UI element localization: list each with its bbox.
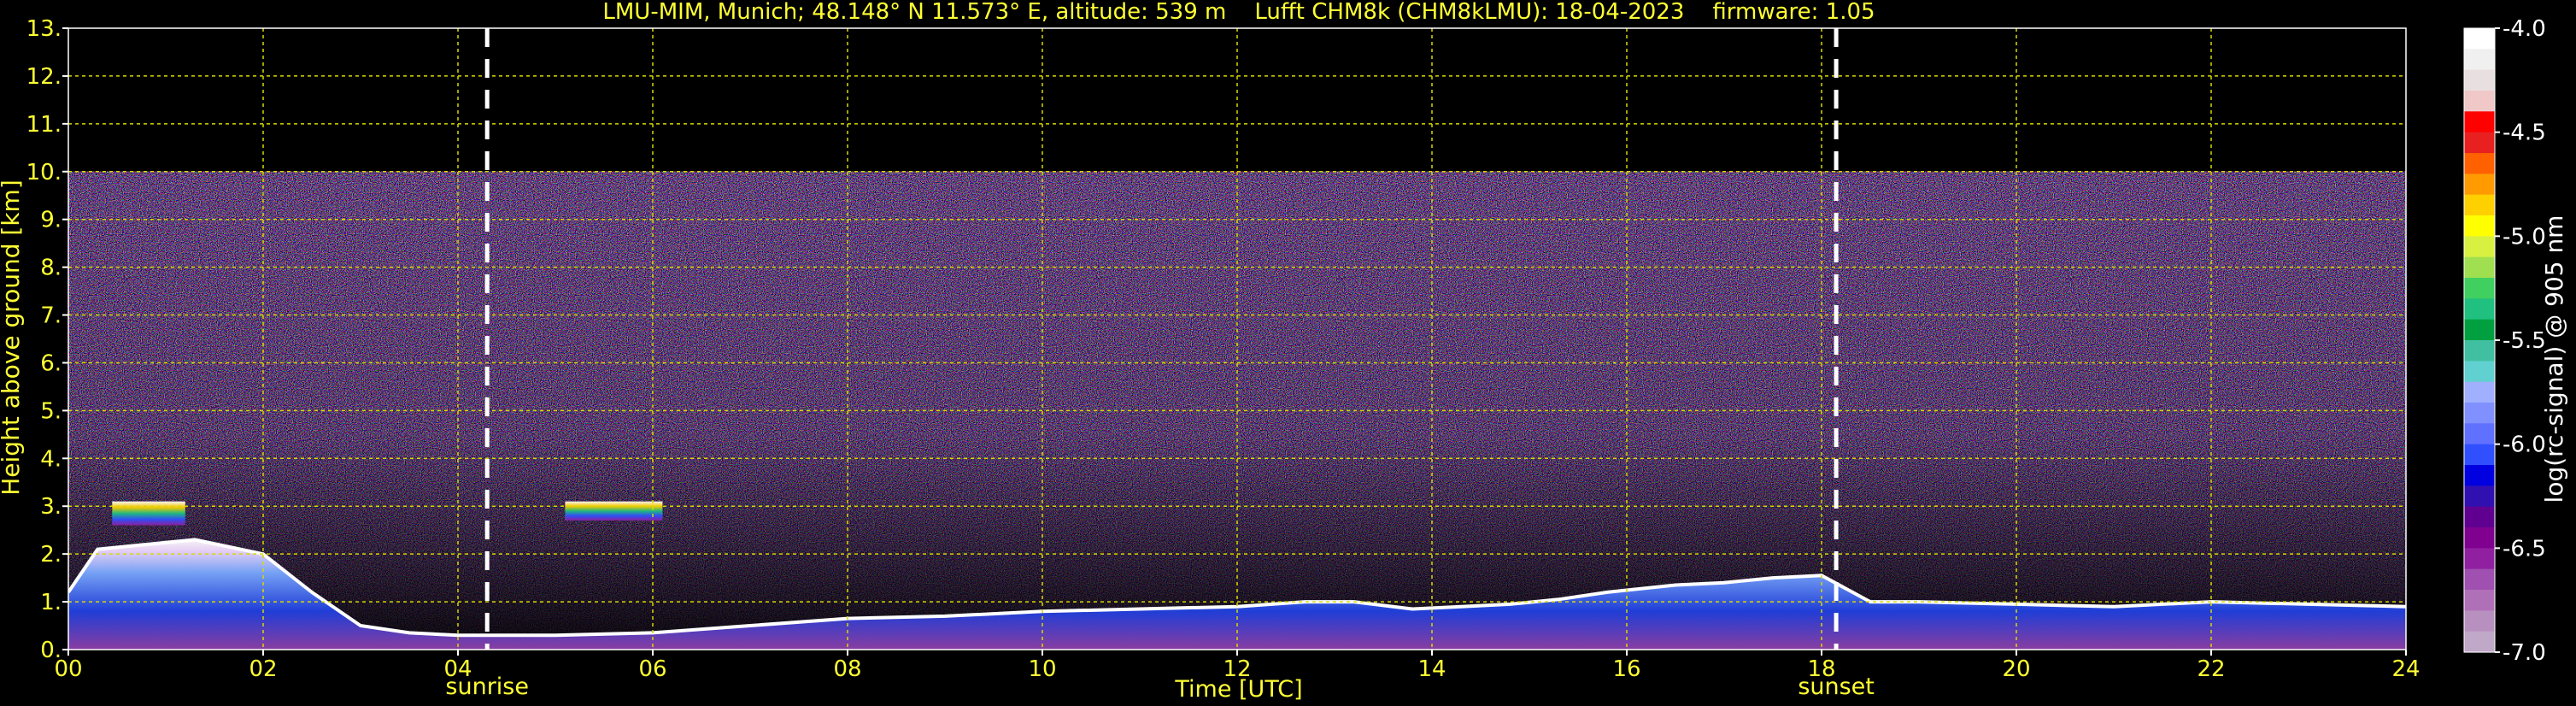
- y-tick-label: 8.: [40, 256, 62, 281]
- colorbar-swatch: [2464, 631, 2495, 653]
- colorbar-swatch: [2464, 485, 2495, 508]
- y-tick-label: 3.: [40, 494, 62, 520]
- colorbar-swatch: [2464, 403, 2495, 424]
- y-tick-label: 0.: [40, 638, 62, 663]
- x-tick-label: 14: [1417, 656, 1446, 682]
- y-tick-label: 1.: [40, 590, 62, 615]
- x-tick-label: 08: [833, 656, 861, 682]
- colorbar-swatch: [2464, 319, 2495, 341]
- y-tick-label: 2.: [40, 542, 62, 568]
- y-axis-label: Height above ground [km]: [0, 179, 25, 496]
- colorbar-swatch: [2464, 590, 2495, 611]
- colorbar-swatch: [2464, 174, 2495, 196]
- colorbar-swatch: [2464, 465, 2495, 486]
- x-tick-label: 20: [2002, 656, 2030, 682]
- y-tick-label: 9.: [40, 208, 62, 233]
- y-tick-label: 6.: [40, 350, 62, 376]
- colorbar-tick-label: -4.0: [2503, 16, 2546, 42]
- colorbar-swatch: [2464, 28, 2495, 50]
- colorbar-swatch: [2464, 49, 2495, 71]
- colorbar-swatch: [2464, 568, 2495, 591]
- colorbar-swatch: [2464, 527, 2495, 549]
- cloud-layer-2: [565, 501, 663, 521]
- colorbar-swatch: [2464, 256, 2495, 279]
- x-tick-label: 10: [1028, 656, 1056, 682]
- sunrise-label: sunrise: [445, 674, 529, 700]
- y-tick-label: 13.: [26, 16, 62, 42]
- colorbar-swatch: [2464, 194, 2495, 216]
- x-tick-label: 16: [1612, 656, 1640, 682]
- ceilometer-backscatter-chart: 00 02 04 06 08 10 12 14 16 18 20 22 240.1.2.3.4.5.6.…: [0, 0, 2568, 703]
- colorbar-label: log(rc-signal) @ 905 nm: [2540, 215, 2568, 503]
- y-tick-label: 10.: [26, 160, 62, 185]
- colorbar-tick-label: -6.5: [2503, 536, 2546, 562]
- y-tick-label: 11.: [26, 112, 62, 138]
- sunset-label: sunset: [1798, 674, 1875, 700]
- y-tick-label: 4.: [40, 446, 62, 472]
- colorbar-swatch: [2464, 111, 2495, 133]
- colorbar-swatch: [2464, 215, 2495, 237]
- colorbar-swatch: [2464, 548, 2495, 570]
- y-tick-label: 5.: [40, 398, 62, 424]
- x-tick-label: 24: [2391, 656, 2420, 682]
- colorbar-swatch: [2464, 610, 2495, 632]
- colorbar-swatch: [2464, 361, 2495, 383]
- colorbar-swatch: [2464, 236, 2495, 258]
- colorbar-swatch: [2464, 423, 2495, 445]
- colorbar-tick-label: -4.5: [2503, 121, 2546, 146]
- colorbar-swatch: [2464, 69, 2495, 91]
- cloud-layer-1: [112, 501, 185, 526]
- colorbar: -4.0-4.5-5.0-5.5-6.0-6.5-7.0: [2463, 16, 2546, 666]
- y-tick-label: 12.: [26, 64, 62, 90]
- colorbar-swatch: [2464, 153, 2495, 174]
- colorbar-swatch: [2464, 132, 2495, 154]
- colorbar-swatch: [2464, 298, 2495, 321]
- colorbar-swatch: [2464, 381, 2495, 403]
- y-tick-label: 7.: [40, 303, 62, 329]
- colorbar-swatch: [2464, 340, 2495, 362]
- colorbar-tick-label: -7.0: [2503, 640, 2546, 666]
- chart-title: LMU-MIM, Munich; 48.148° N 11.573° E, al…: [602, 0, 1875, 25]
- colorbar-swatch: [2464, 278, 2495, 299]
- colorbar-swatch: [2464, 506, 2495, 528]
- x-tick-label: 06: [638, 656, 666, 682]
- colorbar-swatch: [2464, 91, 2495, 112]
- x-tick-label: 22: [2197, 656, 2225, 682]
- x-axis-label: Time [UTC]: [1174, 676, 1302, 703]
- x-tick-label: 02: [249, 656, 277, 682]
- colorbar-swatch: [2464, 444, 2495, 466]
